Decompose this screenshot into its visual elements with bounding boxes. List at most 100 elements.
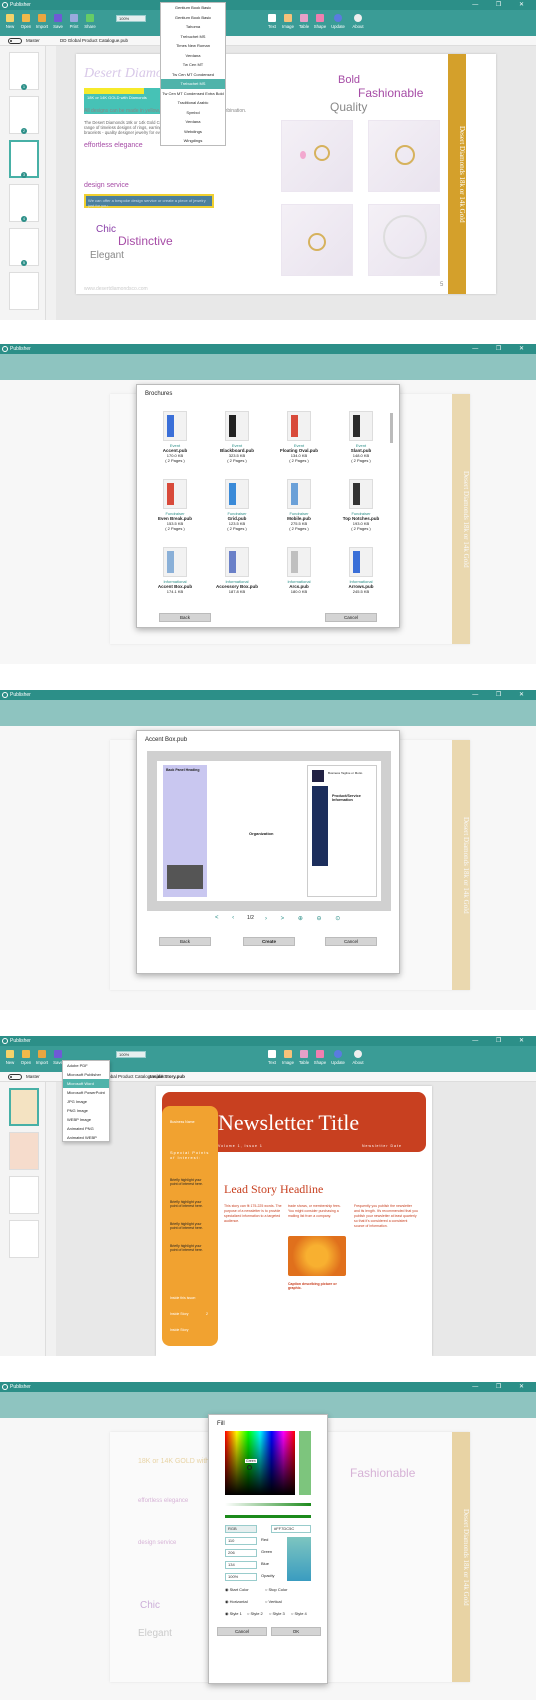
font-option[interactable]: Times New Roman — [161, 41, 225, 51]
stop-color-radio[interactable]: ○ Stop Color — [265, 1587, 287, 1592]
style1-radio[interactable]: ◉ Style 1 — [225, 1611, 242, 1616]
font-option[interactable]: Traditional Arabic — [161, 98, 225, 108]
blue-input[interactable]: 134 — [225, 1561, 257, 1569]
template-card[interactable]: Fundraiser Mobile.pub 275.5 KB( 2 Pages ) — [273, 479, 325, 544]
newsletter-page[interactable]: Newsletter Title Volume 1, Issue 1 Newsl… — [156, 1086, 432, 1356]
font-option[interactable]: Tw Cen MT Condensed — [161, 70, 225, 80]
share-button[interactable]: Share — [82, 13, 98, 33]
horizontal-radio[interactable]: ◉ Horizontal — [225, 1599, 248, 1604]
create-button[interactable]: Create — [243, 937, 295, 946]
import-button[interactable]: Import — [34, 1049, 50, 1069]
ok-button[interactable]: OK — [271, 1627, 321, 1636]
template-card[interactable]: Event Accent.pub 170.0 KB( 2 Pages ) — [149, 411, 201, 476]
update-button[interactable]: Update — [330, 13, 346, 33]
cancel-button[interactable]: Cancel — [217, 1627, 267, 1636]
back-button[interactable]: Back — [159, 613, 211, 622]
export-option[interactable]: Microsoft Publisher — [63, 1070, 109, 1079]
vertical-radio[interactable]: ○ Vertical — [265, 1599, 282, 1604]
template-card[interactable]: Informational Arrows.pub 245.5 KB — [335, 547, 387, 612]
page-thumbnail[interactable] — [9, 272, 39, 310]
template-card[interactable]: Informational Accessory Box.pub 187.8 KB — [211, 547, 263, 612]
font-option[interactable]: Tahoma — [161, 22, 225, 32]
zoom-select[interactable]: 100% — [116, 15, 146, 22]
master-toggle[interactable] — [8, 38, 22, 44]
table-button[interactable]: Table — [296, 13, 312, 33]
font-option-selected[interactable]: Trebuchet MS — [161, 79, 225, 89]
new-button[interactable]: New — [2, 1049, 18, 1069]
template-card[interactable]: Fundraiser Top Notches.pub 193.0 KB( 2 Pag… — [335, 479, 387, 544]
font-option[interactable]: Wingdings — [161, 136, 225, 146]
opacity-input[interactable]: 100% — [225, 1573, 257, 1581]
text-button[interactable]: Text — [264, 13, 280, 33]
window-controls[interactable]: — ❐ ✕ — [472, 1382, 532, 1392]
page-thumbnail[interactable] — [9, 1220, 39, 1258]
export-option[interactable]: JPG Image — [63, 1097, 109, 1106]
image-button[interactable]: Image — [280, 1049, 296, 1069]
save-button[interactable]: Save — [50, 13, 66, 33]
page-thumbnail[interactable] — [9, 1176, 39, 1214]
page-thumbnail-selected[interactable] — [9, 1088, 39, 1126]
scrollbar[interactable] — [390, 413, 393, 443]
color-mode-select[interactable]: RGB — [225, 1525, 257, 1533]
font-option[interactable]: Symbol — [161, 108, 225, 118]
design-service-box[interactable]: We can offer a bespoke design service or… — [84, 194, 214, 208]
image-button[interactable]: Image — [280, 13, 296, 33]
style3-radio[interactable]: ○ Style 3 — [269, 1611, 285, 1616]
page-navigation[interactable]: < ‹ — [215, 915, 240, 921]
template-card[interactable]: Informational Accent Box.pub 174.1 KB — [149, 547, 201, 612]
template-card[interactable]: Event Floating Oval.pub 134.0 KB( 2 Pages … — [273, 411, 325, 476]
back-button[interactable]: Back — [159, 937, 211, 946]
template-card[interactable]: Event Slant.pub 148.0 KB( 2 Pages ) — [335, 411, 387, 476]
window-controls[interactable]: — ❐ ✕ — [472, 690, 532, 700]
font-option[interactable]: Gentium Book Basic — [161, 13, 225, 23]
export-option[interactable]: PNG Image — [63, 1106, 109, 1115]
table-button[interactable]: Table — [296, 1049, 312, 1069]
document-tab[interactable]: DD Global Product Catalogue.pub — [60, 36, 128, 46]
start-color-radio[interactable]: ◉ Start Color — [225, 1587, 249, 1592]
green-input[interactable]: 206 — [225, 1549, 257, 1557]
export-option-selected[interactable]: Microsoft Word — [63, 1079, 109, 1088]
template-card[interactable]: Event Blackboard.pub 323.5 KB( 2 Pages ) — [211, 411, 263, 476]
about-button[interactable]: About — [350, 13, 366, 33]
font-option[interactable]: Webdings — [161, 127, 225, 137]
red-input[interactable]: 110 — [225, 1537, 257, 1545]
new-button[interactable]: New — [2, 13, 18, 33]
shape-button[interactable]: Shape — [312, 1049, 328, 1069]
font-option[interactable]: Trebuchet MS — [161, 32, 225, 42]
catalogue-page[interactable]: Desert Diamonds 18k 18K or 14K GOLD with… — [76, 54, 496, 294]
open-button[interactable]: Open — [18, 1049, 34, 1069]
update-button[interactable]: Update — [330, 1049, 346, 1069]
opacity-slider[interactable] — [225, 1515, 311, 1518]
shape-button[interactable]: Shape — [312, 13, 328, 33]
window-controls[interactable]: — ❐ ✕ — [472, 344, 532, 354]
cancel-button[interactable]: Cancel — [325, 937, 377, 946]
open-button[interactable]: Open — [18, 13, 34, 33]
hue-slider[interactable] — [225, 1503, 311, 1506]
text-button[interactable]: Text — [264, 1049, 280, 1069]
font-option[interactable]: Gentium Book Basic — [161, 3, 225, 13]
cancel-button[interactable]: Cancel — [325, 613, 377, 622]
import-button[interactable]: Import — [34, 13, 50, 33]
print-button[interactable]: Print — [66, 13, 82, 33]
export-option[interactable]: Microsoft PowerPoint — [63, 1088, 109, 1097]
hex-input[interactable]: #FF7DC5C — [271, 1525, 311, 1533]
font-option[interactable]: Tw Cen MT — [161, 60, 225, 70]
export-option[interactable]: WEBP Image — [63, 1115, 109, 1124]
export-option[interactable]: Animated PNG — [63, 1124, 109, 1133]
font-option[interactable]: Verdana — [161, 51, 225, 61]
export-option[interactable]: Animated WEBP — [63, 1133, 109, 1142]
template-card[interactable]: Fundraiser Grid.pub 123.5 KB( 2 Pages ) — [211, 479, 263, 544]
color-picker-cursor[interactable] — [247, 1465, 252, 1470]
export-option[interactable]: Adobe PDF — [63, 1061, 109, 1070]
font-option[interactable]: Tw Cen MT Condensed Extra Bold — [161, 89, 225, 99]
template-card[interactable]: Fundraiser Even Break.pub 153.5 KB( 2 Page… — [149, 479, 201, 544]
master-toggle[interactable] — [8, 1074, 22, 1080]
about-button[interactable]: About — [350, 1049, 366, 1069]
page-thumbnail[interactable] — [9, 1132, 39, 1170]
zoom-controls[interactable]: › > ⊕ ⊖ ⊙ — [265, 915, 346, 922]
color-spectrum[interactable]: Green — [225, 1431, 295, 1495]
window-controls[interactable]: — ❐ ✕ — [472, 1036, 532, 1046]
style2-radio[interactable]: ○ Style 2 — [247, 1611, 263, 1616]
font-option[interactable]: Verdana — [161, 117, 225, 127]
zoom-select[interactable]: 100% — [116, 1051, 146, 1058]
